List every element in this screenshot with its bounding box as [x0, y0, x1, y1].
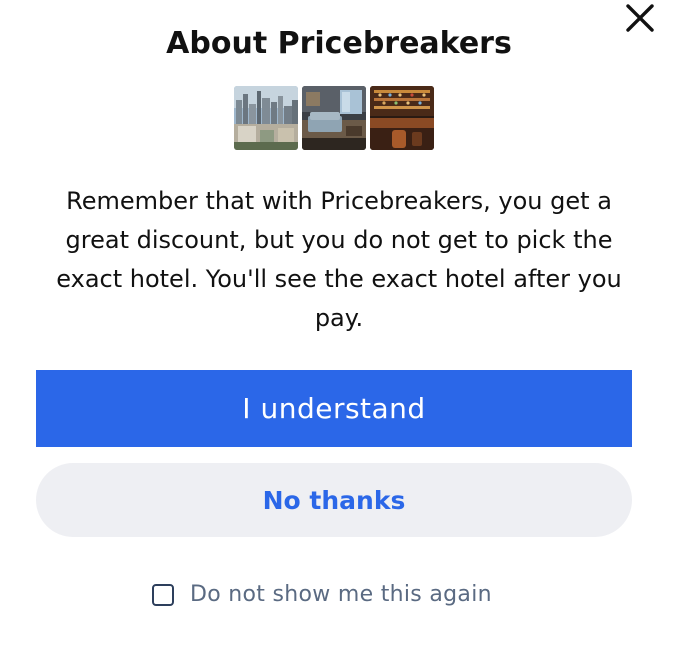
- do-not-show-again-checkbox[interactable]: [152, 583, 174, 606]
- city-skyline-photo: [234, 86, 298, 150]
- i-understand-button[interactable]: I understand: [36, 370, 632, 447]
- dialog-message: Remember that with Pricebreakers, you ge…: [56, 187, 622, 332]
- hotel-room-photo: [302, 86, 366, 150]
- do-not-show-again-option[interactable]: Do not show me this again: [152, 582, 492, 607]
- hotel-thumbnails: [234, 86, 434, 150]
- no-thanks-button[interactable]: No thanks: [36, 463, 632, 537]
- about-pricebreakers-dialog: About Pricebreakers Remember that with P…: [0, 0, 678, 658]
- do-not-show-again-label: Do not show me this again: [190, 582, 492, 607]
- dialog-title: About Pricebreakers: [166, 26, 512, 61]
- hotel-bar-photo: [370, 86, 434, 150]
